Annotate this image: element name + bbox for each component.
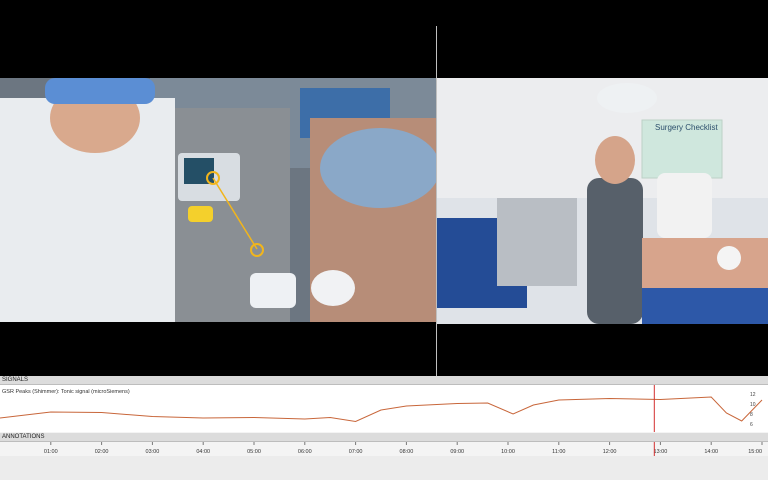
- time-tick-label: 11:00: [552, 449, 565, 455]
- time-tick-label: 12:00: [603, 449, 617, 455]
- video-frame-left: [0, 78, 436, 322]
- video-feed-left: [0, 78, 436, 322]
- video-divider: [436, 26, 437, 376]
- video-feed-right: Surgery Checklist: [437, 78, 768, 324]
- time-tick-label: 07:00: [349, 449, 363, 455]
- time-tick-label: 13:00: [654, 449, 668, 455]
- time-tick-label: 03:00: [146, 449, 160, 455]
- time-tick-label: 02:00: [95, 449, 109, 455]
- svg-text:Surgery Checklist: Surgery Checklist: [655, 123, 718, 132]
- signal-name-label: GSR Peaks (Shimmer): Tonic signal (micro…: [2, 389, 130, 395]
- time-tick-label: 09:00: [450, 449, 464, 455]
- annotations-header: ANNOTATIONS: [0, 433, 768, 442]
- signal-plot[interactable]: GSR Peaks (Shimmer): Tonic signal (micro…: [0, 385, 768, 432]
- time-tick-label: 01:00: [44, 449, 58, 455]
- time-tick-label: 06:00: [298, 449, 312, 455]
- time-tick-label: 05:00: [247, 449, 261, 455]
- time-tick-label: 04:00: [196, 449, 210, 455]
- y-tick-label: 8: [750, 412, 753, 418]
- y-tick-label: 12: [750, 392, 756, 398]
- time-tick-label: 08:00: [400, 449, 414, 455]
- time-tick-label: 10:00: [501, 449, 515, 455]
- video-frame-right: Surgery Checklist: [437, 78, 768, 324]
- time-tick-label: 14:00: [704, 449, 718, 455]
- time-tick-label: 15:00: [748, 449, 762, 455]
- timeline-footer: [0, 456, 768, 480]
- signals-header: SIGNALS: [0, 376, 768, 385]
- time-axis[interactable]: 01:00 02:00 03:00 04:00 05:00 06:00 07:00 08:00…: [0, 442, 768, 456]
- signals-panel: SIGNALS GSR Peaks (Shimmer): Tonic signa…: [0, 376, 768, 480]
- y-tick-label: 6: [750, 422, 753, 428]
